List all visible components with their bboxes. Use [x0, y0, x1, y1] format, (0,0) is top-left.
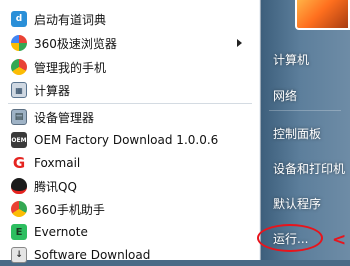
menu-item-label: 管理我的手机 — [34, 60, 107, 75]
phone-manager-icon — [11, 59, 27, 75]
software-download-icon: ↓ — [11, 247, 27, 263]
device-manager-icon: ▤ — [11, 109, 27, 125]
menu-item-label: 计算器 — [34, 83, 71, 98]
menu-item-foxmail[interactable]: G Foxmail — [0, 152, 256, 174]
menu-item-qq[interactable]: 腾讯QQ — [0, 175, 256, 197]
run-highlight-circle — [257, 224, 323, 252]
menu-item-label: 腾讯QQ — [34, 179, 77, 194]
menu-item-label: Foxmail — [34, 156, 81, 170]
annotation-arrow: < — [332, 230, 347, 250]
menu-item-360-browser[interactable]: 360极速浏览器 — [0, 32, 256, 54]
menu-item-phone-manager[interactable]: 管理我的手机 — [0, 56, 256, 78]
menu-item-label: 360极速浏览器 — [34, 36, 117, 51]
menu-item-label: 设备管理器 — [34, 110, 95, 125]
menu-item-label: 360手机助手 — [34, 202, 105, 217]
places-item-control-panel[interactable]: 控制面板 — [273, 125, 321, 142]
browser-360-icon — [11, 35, 27, 51]
menu-item-youdao-dict[interactable]: d 启动有道词典 — [0, 8, 256, 30]
menu-item-360-phone-assistant[interactable]: 360手机助手 — [0, 198, 256, 220]
menu-item-oem-factory-download[interactable]: OEM OEM Factory Download 1.0.0.6 — [0, 129, 256, 151]
user-account-picture[interactable] — [295, 0, 350, 30]
calculator-icon: ▦ — [11, 82, 27, 98]
qq-icon — [11, 178, 27, 194]
menu-separator — [8, 103, 252, 104]
menu-item-calculator[interactable]: ▦ 计算器 — [0, 79, 256, 101]
oem-factory-icon: OEM — [11, 132, 27, 148]
places-item-default-programs[interactable]: 默认程序 — [273, 195, 321, 212]
evernote-icon: E — [11, 224, 27, 240]
places-item-devices-printers[interactable]: 设备和打印机 — [273, 160, 345, 177]
foxmail-icon: G — [11, 154, 27, 172]
menu-item-label: 启动有道词典 — [34, 12, 107, 27]
menu-item-label: Evernote — [34, 225, 88, 239]
places-item-computer[interactable]: 计算机 — [273, 51, 309, 68]
menu-item-evernote[interactable]: E Evernote — [0, 221, 256, 243]
menu-item-device-manager[interactable]: ▤ 设备管理器 — [0, 106, 256, 128]
start-menu-programs-panel: d 启动有道词典 360极速浏览器 管理我的手机 ▦ 计算器 ▤ 设备管理器 O… — [0, 0, 261, 263]
menu-item-label: OEM Factory Download 1.0.0.6 — [34, 133, 219, 147]
youdao-dict-icon: d — [11, 11, 27, 27]
phone-assistant-360-icon — [11, 201, 27, 217]
menu-item-software-download[interactable]: ↓ Software Download — [0, 244, 256, 266]
submenu-arrow-icon[interactable] — [237, 39, 242, 47]
places-item-network[interactable]: 网络 — [273, 87, 297, 104]
places-separator — [269, 110, 341, 111]
